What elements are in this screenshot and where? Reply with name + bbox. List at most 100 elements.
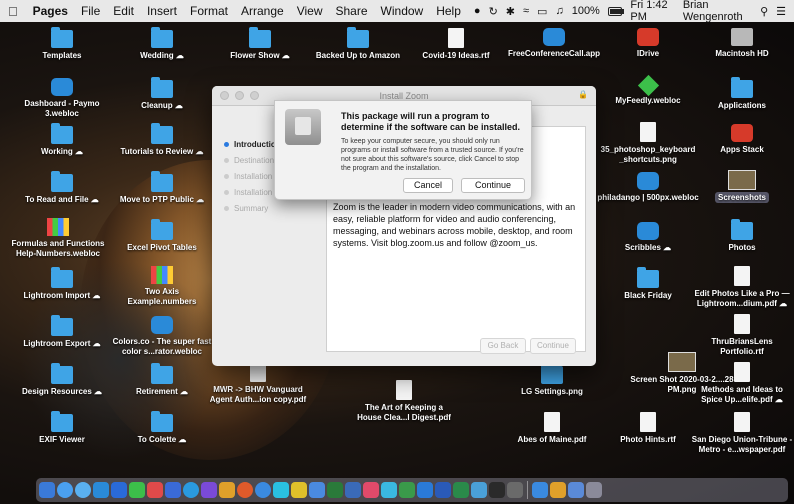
safari-icon[interactable] [75, 482, 91, 498]
lightroom-icon[interactable] [165, 482, 181, 498]
menu-edit[interactable]: Edit [113, 4, 134, 18]
menu-format[interactable]: Format [190, 4, 228, 18]
clock[interactable]: Fri 1:42 PM [630, 0, 674, 23]
desktop-icon-tutorials[interactable]: Tutorials to Review ☁ [110, 123, 214, 157]
desktop-icon-exif-viewer[interactable]: EXIF Viewer [10, 411, 114, 445]
system-preferences-icon[interactable] [507, 482, 523, 498]
menu-file[interactable]: File [81, 4, 100, 18]
music-icon[interactable] [363, 482, 379, 498]
desktop-icon-art-of-keeping[interactable]: The Art of Keeping a House Clea...l Dige… [352, 380, 456, 423]
word-icon[interactable] [435, 482, 451, 498]
desktop-icon-to-colette[interactable]: To Colette ☁ [110, 411, 214, 445]
firefox-icon[interactable] [237, 482, 253, 498]
volume-icon[interactable]: ♫ [555, 5, 563, 17]
chrome-icon[interactable] [183, 482, 199, 498]
creative-cloud-icon[interactable]: ● [474, 5, 481, 17]
desktop-icon-myfeedly[interactable]: MyFeedly.webloc [596, 74, 700, 106]
desktop-icon-lightroom-export[interactable]: Lightroom Export ☁ [10, 315, 114, 349]
desktop-icon-methods-ideas[interactable]: Methods and Ideas to Spice Up...elife.pd… [690, 362, 794, 405]
time-machine-icon[interactable]: ↻ [489, 5, 498, 18]
desktop-icon-edit-photos[interactable]: Edit Photos Like a Pro — Lightroom...diu… [690, 266, 794, 309]
desktop-icon-flower-show[interactable]: Flower Show ☁ [208, 27, 312, 61]
desktop-icon-mwr-vanguard[interactable]: MWR -> BHW Vanguard Agent Auth...ion cop… [206, 362, 310, 405]
podcasts-icon[interactable] [201, 482, 217, 498]
close-button[interactable] [220, 91, 229, 100]
notification-center-icon[interactable]: ☰ [776, 5, 786, 18]
minimize-button[interactable] [235, 91, 244, 100]
wifi-icon[interactable]: ≈ [523, 5, 529, 17]
photos-icon[interactable] [147, 482, 163, 498]
pages-icon[interactable] [291, 482, 307, 498]
menu-window[interactable]: Window [381, 4, 424, 18]
zoom-button[interactable] [250, 91, 259, 100]
go-back-button[interactable]: Go Back [480, 338, 526, 354]
desktop-icon-freeconferencecall[interactable]: FreeConferenceCall.app [502, 28, 606, 59]
desktop-icon-apps-stack[interactable]: Apps Stack [690, 124, 794, 155]
menu-arrange[interactable]: Arrange [241, 4, 284, 18]
slack-icon[interactable] [471, 482, 487, 498]
launchpad-icon[interactable] [111, 482, 127, 498]
excel-icon[interactable] [453, 482, 469, 498]
installer-continue-button[interactable]: Continue [530, 338, 576, 354]
desktop-icon-photo-hints[interactable]: Photo Hints.rtf [596, 412, 700, 445]
desktop-icon-covid-ideas[interactable]: Covid-19 Ideas.rtf [404, 28, 508, 61]
applications-stack-icon[interactable] [532, 482, 548, 498]
desktop-icon-abes-of-maine[interactable]: Abes of Maine.pdf [500, 412, 604, 445]
desktop-icon-retirement[interactable]: Retirement ☁ [110, 363, 214, 397]
spotlight-search-icon[interactable]: ⚲ [760, 5, 768, 18]
cancel-button[interactable]: Cancel [403, 178, 453, 193]
desktop-icon-formulas-functions[interactable]: Formulas and Functions Help-Numbers.webl… [6, 218, 110, 259]
lock-icon[interactable]: 🔒 [578, 90, 588, 99]
desktop-icon-templates[interactable]: Templates [10, 27, 114, 61]
desktop-icon-design-resources[interactable]: Design Resources ☁ [10, 363, 114, 397]
zoom-icon[interactable] [255, 482, 271, 498]
desktop-icon-black-friday[interactable]: Black Friday [596, 267, 700, 301]
keynote-icon[interactable] [309, 482, 325, 498]
desktop-icon-dashboard-paymo[interactable]: Dashboard - Paymo 3.webloc [10, 78, 114, 119]
desktop-icon-scribbles[interactable]: Scribbles ☁ [596, 222, 700, 253]
terminal-icon[interactable] [489, 482, 505, 498]
feedly-icon[interactable] [129, 482, 145, 498]
finder-icon[interactable] [39, 482, 55, 498]
desktop-icon-to-read[interactable]: To Read and File ☁ [10, 171, 114, 205]
desktop-icon-wedding[interactable]: Wedding ☁ [110, 27, 214, 61]
app-store-icon[interactable] [93, 482, 109, 498]
desktop-icon-backed-up[interactable]: Backed Up to Amazon [306, 27, 410, 61]
desktop-icon-thrubrianslens[interactable]: ThruBriansLens Portfolio.rtf [690, 314, 794, 357]
menu-share[interactable]: Share [336, 4, 368, 18]
desktop-icon-macintosh-hd[interactable]: Macintosh HD [690, 28, 794, 59]
desktop-icon-colors-co[interactable]: Colors.co - The super fast color s...rat… [110, 316, 214, 357]
battery-percent[interactable]: 100% [572, 5, 600, 17]
downloads-stack-icon[interactable] [550, 482, 566, 498]
desktop-icon-excel-pivot[interactable]: Excel Pivot Tables [110, 219, 214, 253]
desktop-icon-working[interactable]: Working ☁ [10, 123, 114, 157]
trash-icon[interactable] [586, 482, 602, 498]
messages-icon[interactable] [273, 482, 289, 498]
app-menu[interactable]: Pages [33, 4, 68, 18]
bluetooth-icon[interactable]: ✱ [506, 5, 515, 18]
desktop-icon-philadango[interactable]: philadango | 500px.webloc [596, 172, 700, 203]
continue-button[interactable]: Continue [461, 178, 525, 193]
menu-insert[interactable]: Insert [147, 4, 177, 18]
desktop-icon-cleanup[interactable]: Cleanup ☁ [110, 77, 214, 111]
maps-icon[interactable] [399, 482, 415, 498]
desktop-icon-move-to-ptp[interactable]: Move to PTP Public ☁ [110, 171, 214, 205]
menu-view[interactable]: View [297, 4, 323, 18]
desktop-icon-lg-settings[interactable]: LG Settings.png [500, 363, 604, 397]
documents-stack-icon[interactable] [568, 482, 584, 498]
desktop-icon-screenshots[interactable]: Screenshots [690, 170, 794, 203]
siri-icon[interactable] [57, 482, 73, 498]
notes-icon[interactable] [219, 482, 235, 498]
desktop-icon-photos[interactable]: Photos [690, 219, 794, 253]
menu-help[interactable]: Help [436, 4, 461, 18]
battery-icon[interactable] [607, 6, 624, 16]
desktop-icon-two-axis[interactable]: Two Axis Example.numbers [110, 266, 214, 307]
desktop-icon-idrive[interactable]: IDrive [596, 28, 700, 59]
apple-menu-icon[interactable]:  [8, 4, 21, 19]
desktop-icon-san-diego[interactable]: San Diego Union-Tribune - Metro - e...ws… [690, 412, 794, 455]
numbers-icon[interactable] [327, 482, 343, 498]
preview-icon[interactable] [345, 482, 361, 498]
airplay-icon[interactable]: ▭ [537, 5, 547, 18]
user-name[interactable]: Brian Wengenroth [683, 0, 752, 23]
calendar-icon[interactable] [381, 482, 397, 498]
